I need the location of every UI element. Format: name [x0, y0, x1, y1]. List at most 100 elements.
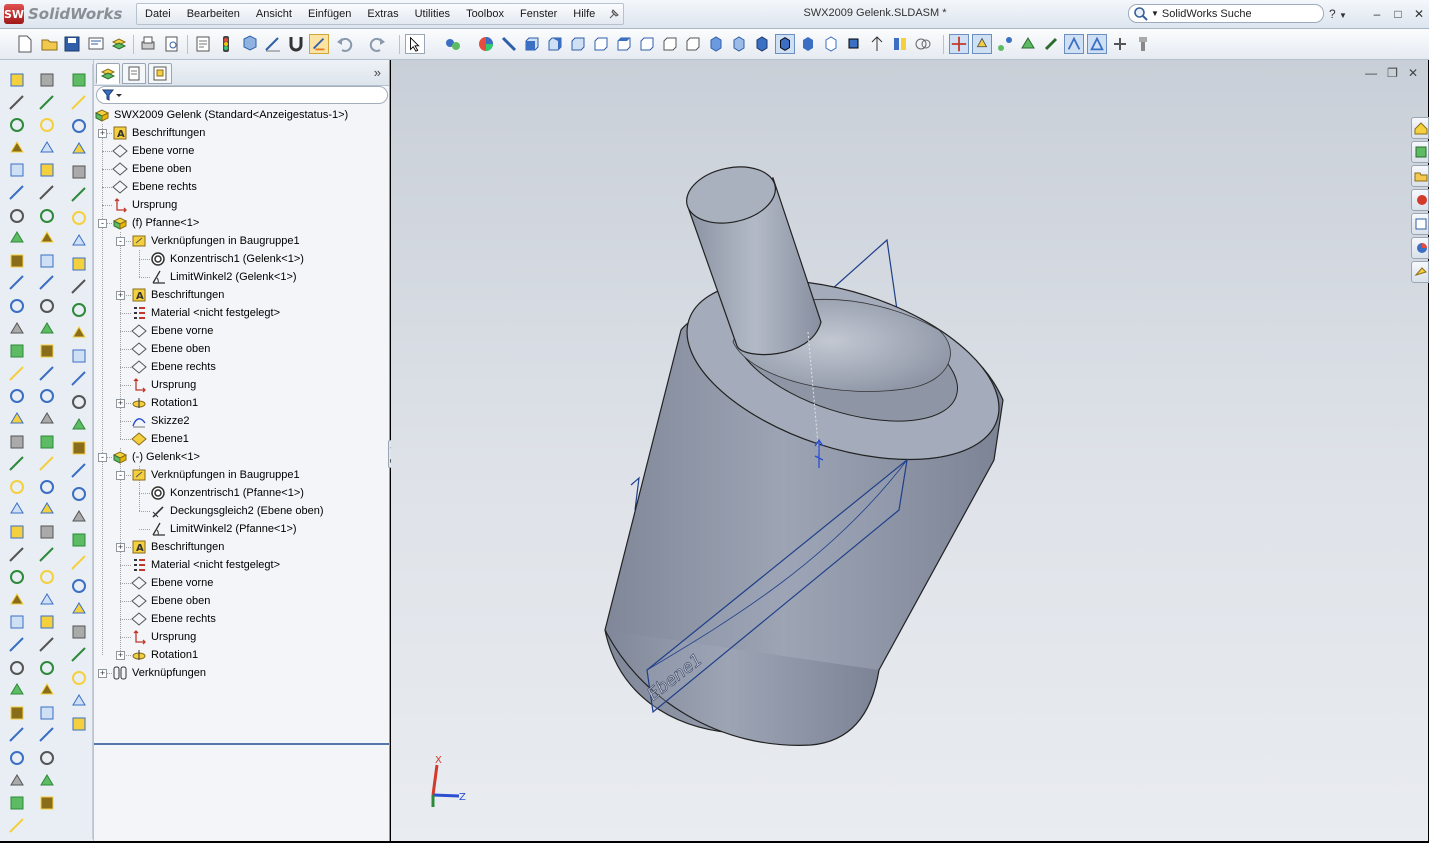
tree-node[interactable]: Ebene oben	[131, 592, 210, 610]
freeform-icon[interactable]	[7, 612, 27, 632]
tree-node[interactable]: Ebene1	[131, 430, 189, 448]
rib-icon[interactable]	[7, 273, 27, 293]
open-folder-icon[interactable]	[40, 34, 60, 54]
dome-icon[interactable]	[7, 319, 27, 339]
combine-icon[interactable]	[7, 522, 27, 542]
delete-face-icon[interactable]	[7, 477, 27, 497]
intersect-icon[interactable]	[7, 545, 27, 565]
rotate-component-icon[interactable]	[972, 34, 992, 54]
expand-icon[interactable]: +	[116, 399, 125, 408]
rebuild-traffic-light-icon[interactable]	[216, 34, 236, 54]
shaded-icon[interactable]	[798, 34, 818, 54]
tree-node[interactable]: Verknüpfungen	[112, 664, 206, 682]
split-icon[interactable]	[7, 432, 27, 452]
sketch-edit-icon[interactable]	[263, 34, 283, 54]
appearance-icon[interactable]	[476, 34, 496, 54]
tree-node[interactable]: A Beschriftungen	[131, 286, 224, 304]
tree-node[interactable]: Ursprung	[131, 376, 196, 394]
tree-node[interactable]: LimitWinkel2 (Pfanne<1>)	[150, 520, 297, 538]
maximize-button[interactable]: □	[1389, 6, 1407, 22]
tree-node[interactable]: Ebene rechts	[131, 358, 216, 376]
point-icon[interactable]	[37, 341, 57, 361]
tree-node[interactable]: Deckungsgleich2 (Ebene oben)	[150, 502, 324, 520]
tree-node[interactable]: Ebene rechts	[131, 610, 216, 628]
offset-icon[interactable]	[37, 386, 57, 406]
interference-detection-icon[interactable]	[1087, 34, 1107, 54]
move-icon[interactable]	[37, 567, 57, 587]
boundary-icon[interactable]	[7, 160, 27, 180]
instant3d-icon[interactable]	[69, 668, 89, 688]
extrude-icon[interactable]	[7, 70, 27, 90]
clearance-icon[interactable]	[69, 507, 89, 527]
tree-node[interactable]: Konzentrisch1 (Pfanne<1>)	[150, 484, 304, 502]
shadows-icon[interactable]	[844, 34, 864, 54]
view-right-icon[interactable]	[591, 34, 611, 54]
tree-node[interactable]: Ebene oben	[131, 340, 210, 358]
tree-node[interactable]: LimitWinkel2 (Gelenk<1>)	[150, 268, 297, 286]
mate-icon[interactable]	[995, 34, 1015, 54]
edit-component-icon[interactable]	[69, 323, 89, 343]
tree-node[interactable]: A Beschriftungen	[112, 124, 205, 142]
tangent-arc-icon[interactable]	[37, 273, 57, 293]
tree-node[interactable]: Ebene vorne	[112, 142, 194, 160]
copy-icon[interactable]	[37, 635, 57, 655]
mirror-icon[interactable]	[7, 364, 27, 384]
make-drawing-icon[interactable]	[86, 34, 106, 54]
cavity-icon[interactable]	[7, 658, 27, 678]
menu-hilfe[interactable]: Hilfe	[565, 8, 603, 20]
view-back-icon[interactable]	[545, 34, 565, 54]
tree-node[interactable]: A Beschriftungen	[131, 538, 224, 556]
interference-icon[interactable]	[69, 484, 89, 504]
move-component-icon[interactable]	[69, 231, 89, 251]
hole-alignment-icon[interactable]	[69, 530, 89, 550]
flex-icon[interactable]	[7, 590, 27, 610]
expand-icon[interactable]: +	[116, 543, 125, 552]
fix-icon[interactable]	[37, 703, 57, 723]
tree-node[interactable]: Skizze2	[131, 412, 190, 430]
menu-utilities[interactable]: Utilities	[407, 8, 458, 20]
print-icon[interactable]	[138, 34, 158, 54]
speedpak-icon[interactable]	[69, 714, 89, 734]
save-icon[interactable]	[62, 34, 82, 54]
view-bottom-icon[interactable]	[637, 34, 657, 54]
move-face-icon[interactable]	[7, 454, 27, 474]
new-assembly-icon[interactable]	[69, 116, 89, 136]
perspective-icon[interactable]	[867, 34, 887, 54]
expand-icon[interactable]: +	[116, 651, 125, 660]
draft-icon[interactable]	[7, 296, 27, 316]
mirror-icon[interactable]	[37, 545, 57, 565]
hole-icon[interactable]	[7, 183, 27, 203]
tree-root-assembly[interactable]: SWX2009 Gelenk (Standard<Anzeigestatus-1…	[94, 106, 348, 124]
explode-line-icon[interactable]	[69, 461, 89, 481]
pattern-icon[interactable]	[7, 386, 27, 406]
tree-node[interactable]: Verknüpfungen in Baugruppe1	[131, 466, 300, 484]
exploded-view-icon[interactable]	[69, 438, 89, 458]
plane-icon[interactable]	[7, 793, 27, 813]
redo-icon[interactable]	[368, 34, 388, 54]
menu-extras[interactable]: Extras	[359, 8, 406, 20]
tree-node[interactable]: Verknüpfungen in Baugruppe1	[131, 232, 300, 250]
cosmetic-thread-icon[interactable]	[7, 771, 27, 791]
display-icon[interactable]	[37, 725, 57, 745]
expand-icon[interactable]: +	[98, 669, 107, 678]
extend-icon[interactable]	[37, 454, 57, 474]
expand-icon[interactable]: +	[98, 129, 107, 138]
wrap-icon[interactable]	[7, 341, 27, 361]
reference-geometry-icon[interactable]	[69, 369, 89, 389]
tree-node[interactable]: (f) Pfanne<1>	[112, 214, 199, 232]
tab-feature-tree[interactable]	[96, 63, 120, 84]
blocks-icon[interactable]	[37, 771, 57, 791]
text-icon[interactable]	[37, 364, 57, 384]
collapse-panel-icon[interactable]: »	[374, 65, 381, 80]
menu-fenster[interactable]: Fenster	[512, 8, 565, 20]
exploded-view-icon[interactable]	[1064, 34, 1084, 54]
chamfer-icon[interactable]	[7, 228, 27, 248]
tree-node[interactable]: Ebene oben	[112, 160, 191, 178]
smart-fasteners-icon[interactable]	[1041, 34, 1061, 54]
hide-show-icon[interactable]	[69, 277, 89, 297]
indent-icon[interactable]	[7, 567, 27, 587]
menu-einfuegen[interactable]: Einfügen	[300, 8, 359, 20]
insert-component-icon[interactable]	[69, 70, 89, 90]
menu-bearbeiten[interactable]: Bearbeiten	[179, 8, 248, 20]
task-pane-file-explorer-tab[interactable]	[1411, 165, 1429, 187]
